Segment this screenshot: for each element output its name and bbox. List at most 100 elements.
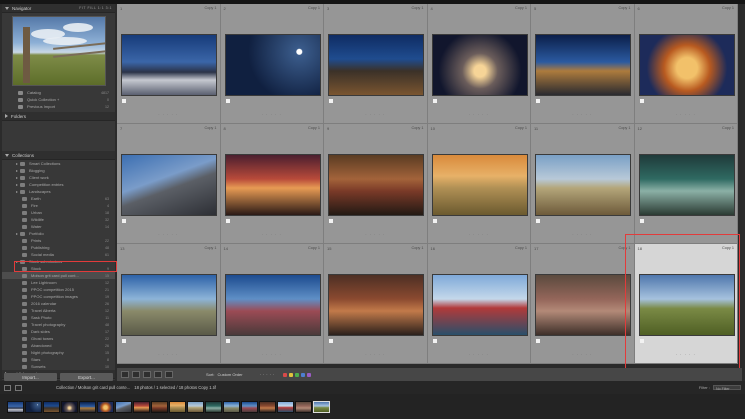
photo-thumbnail[interactable] bbox=[535, 34, 631, 96]
loupe-view-icon[interactable] bbox=[132, 371, 140, 378]
photo-thumbnail[interactable] bbox=[535, 274, 631, 336]
filmstrip-thumbnail[interactable] bbox=[259, 400, 276, 413]
collection-item[interactable]: Ghost towns 22 bbox=[2, 335, 115, 342]
rating-dots[interactable]: · · · · · bbox=[221, 232, 324, 237]
green-label-swatch[interactable] bbox=[295, 372, 300, 377]
red-label-swatch[interactable] bbox=[283, 372, 288, 377]
photo-thumbnail[interactable] bbox=[121, 154, 217, 216]
photo-thumbnail[interactable] bbox=[431, 154, 528, 216]
collection-item[interactable]: Travel Alberta 12 bbox=[2, 307, 115, 314]
collection-item[interactable]: Sunsets 10 bbox=[2, 363, 115, 370]
filmstrip-thumbnail[interactable] bbox=[97, 400, 114, 413]
rating-dots[interactable]: · · · · · bbox=[635, 112, 738, 117]
photo-thumbnail[interactable] bbox=[224, 274, 321, 336]
collection-item[interactable]: Fire 4 bbox=[2, 202, 115, 209]
collection-item[interactable]: Social media 61 bbox=[2, 251, 115, 258]
blue-label-swatch[interactable] bbox=[301, 372, 306, 377]
collection-item[interactable]: Blogging bbox=[2, 167, 115, 174]
photo-thumbnail[interactable] bbox=[535, 154, 631, 216]
collection-item[interactable]: Dark sides 17 bbox=[2, 328, 115, 335]
filmstrip-thumbnail[interactable] bbox=[205, 400, 222, 413]
grid-cell[interactable]: 6 Copy 1 · · · · · bbox=[634, 4, 738, 124]
photo-thumbnail[interactable] bbox=[431, 274, 528, 336]
filmstrip-thumbnail[interactable] bbox=[223, 400, 240, 413]
photo-thumbnail[interactable] bbox=[224, 34, 321, 96]
collection-item[interactable]: Smart Collections bbox=[2, 160, 115, 167]
grid-cell[interactable]: 13 Copy 1 · · · · · bbox=[117, 244, 221, 364]
navigator-zoom-options[interactable]: FIT FILL 1:1 3:1 bbox=[79, 6, 112, 10]
filmstrip-thumbnail[interactable] bbox=[133, 400, 150, 413]
collection-item[interactable]: Competition entries bbox=[2, 181, 115, 188]
grid-cell[interactable]: 2 Copy 1 · · · · · bbox=[220, 4, 324, 124]
grid-cell[interactable]: 11 Copy 1 · · · · · bbox=[531, 124, 635, 244]
grid-cell[interactable]: 17 Copy 1 · · · · · bbox=[531, 244, 635, 364]
photo-thumbnail[interactable] bbox=[431, 34, 528, 96]
rating-dots[interactable]: · · · · · bbox=[324, 232, 427, 237]
rating-dots[interactable]: · · · · · bbox=[324, 352, 427, 357]
filmstrip-thumbnail[interactable] bbox=[277, 400, 294, 413]
grid-cell[interactable]: 3 Copy 1 · · · · · bbox=[324, 4, 428, 124]
collection-item[interactable]: Water 14 bbox=[2, 223, 115, 230]
photo-thumbnail[interactable] bbox=[638, 34, 735, 96]
filmstrip-thumbnail[interactable] bbox=[43, 400, 60, 413]
filmstrip-thumbnail[interactable] bbox=[187, 400, 204, 413]
photo-thumbnail[interactable] bbox=[121, 274, 217, 336]
filmstrip-thumbnail[interactable] bbox=[7, 400, 24, 413]
filter-dropdown[interactable]: No Filter bbox=[713, 385, 741, 391]
panel-toggle-icon[interactable] bbox=[4, 384, 11, 391]
folders-header[interactable]: Folders bbox=[2, 112, 115, 121]
photo-thumbnail[interactable] bbox=[328, 154, 424, 216]
grid-cell[interactable]: 14 Copy 1 · · · · · bbox=[220, 244, 324, 364]
filmstrip-thumbnail[interactable] bbox=[151, 400, 168, 413]
grid-cell[interactable]: 1 Copy 1 · · · · · bbox=[117, 4, 221, 124]
photo-thumbnail[interactable] bbox=[121, 34, 217, 96]
collection-item[interactable]: Client work bbox=[2, 174, 115, 181]
collection-item[interactable]: Earth 63 bbox=[2, 195, 115, 202]
grid-cell[interactable]: 8 Copy 1 · · · · · bbox=[220, 124, 324, 244]
photo-thumbnail[interactable] bbox=[328, 274, 424, 336]
catalog-row[interactable]: Previous Import 12 bbox=[2, 103, 115, 110]
second-window-icon[interactable] bbox=[15, 384, 22, 391]
rating-dots[interactable]: · · · · · bbox=[221, 112, 324, 117]
collection-item[interactable]: Travel photography 48 bbox=[2, 321, 115, 328]
collection-item[interactable]: 2016 calendar 26 bbox=[2, 300, 115, 307]
catalog-row[interactable]: Catalog 4817 bbox=[2, 89, 115, 96]
purple-label-swatch[interactable] bbox=[307, 372, 312, 377]
filmstrip-thumbnail[interactable] bbox=[295, 400, 312, 413]
grid-cell[interactable]: 16 Copy 1 · · · · · bbox=[427, 244, 531, 364]
collection-item[interactable]: Prints 22 bbox=[2, 237, 115, 244]
rating-stars[interactable]: · · · · · bbox=[260, 372, 275, 377]
collection-item[interactable]: PPOC competition 2015 21 bbox=[2, 286, 115, 293]
collection-item[interactable]: Abandoned 26 bbox=[2, 342, 115, 349]
navigator-header[interactable]: Navigator FIT FILL 1:1 3:1 bbox=[2, 4, 115, 13]
rating-dots[interactable]: · · · · · bbox=[117, 112, 220, 117]
rating-dots[interactable]: · · · · · bbox=[531, 352, 634, 357]
compare-view-icon[interactable] bbox=[143, 371, 151, 378]
filmstrip-thumbnail[interactable] bbox=[313, 400, 330, 413]
rating-dots[interactable]: · · · · · bbox=[117, 352, 220, 357]
navigator-preview-image[interactable] bbox=[11, 16, 106, 86]
filmstrip-thumbnail[interactable] bbox=[241, 400, 258, 413]
collection-item[interactable]: Publishing 48 bbox=[2, 244, 115, 251]
rating-dots[interactable]: · · · · · bbox=[531, 112, 634, 117]
collection-item[interactable]: Wildlife 32 bbox=[2, 216, 115, 223]
rating-dots[interactable]: · · · · · bbox=[531, 232, 634, 237]
sort-value[interactable]: Custom Order bbox=[217, 372, 242, 377]
rating-dots[interactable]: · · · · · bbox=[324, 112, 427, 117]
grid-cell[interactable]: 12 Copy 1 · · · · · bbox=[634, 124, 738, 244]
survey-view-icon[interactable] bbox=[154, 371, 162, 378]
collections-header[interactable]: Collections bbox=[2, 151, 115, 160]
collection-item[interactable]: Urban 18 bbox=[2, 209, 115, 216]
collection-item[interactable]: Portfolio bbox=[2, 230, 115, 237]
collection-item[interactable]: Lee Lightroom 12 bbox=[2, 279, 115, 286]
rating-dots[interactable]: · · · · · bbox=[428, 112, 531, 117]
status-path[interactable]: Collection / Molson grit card pull conte… bbox=[56, 385, 130, 390]
collection-item[interactable]: Night photography 15 bbox=[2, 349, 115, 356]
collection-item[interactable]: PPOC competition images 19 bbox=[2, 293, 115, 300]
photo-thumbnail[interactable] bbox=[328, 34, 424, 96]
collection-item[interactable]: Molson grit card pull cont... 15 bbox=[2, 272, 115, 279]
rating-dots[interactable]: · · · · · bbox=[221, 352, 324, 357]
grid-cell[interactable]: 4 Copy 1 · · · · · bbox=[427, 4, 531, 124]
yellow-label-swatch[interactable] bbox=[289, 372, 294, 377]
photo-thumbnail[interactable] bbox=[224, 154, 321, 216]
